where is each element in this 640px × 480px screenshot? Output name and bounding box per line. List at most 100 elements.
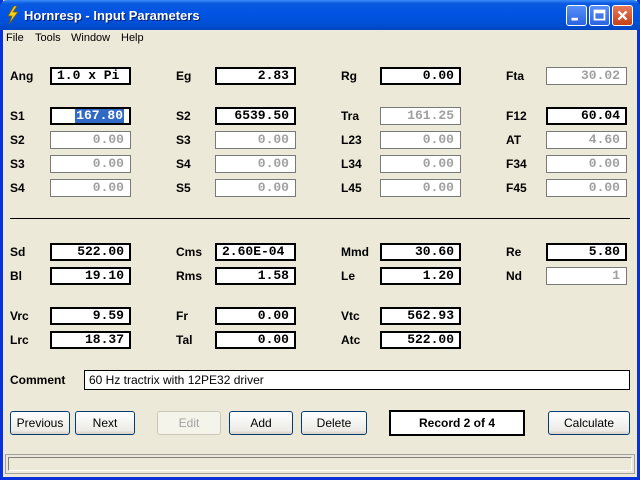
lrc-field[interactable]: 18.37 bbox=[50, 331, 131, 349]
f12-label: F12 bbox=[506, 109, 527, 123]
add-button[interactable]: Add bbox=[229, 411, 293, 435]
l34-field: 0.00 bbox=[380, 155, 461, 173]
l23-label: L23 bbox=[341, 133, 362, 147]
comment-label: Comment bbox=[10, 373, 66, 387]
menu-window[interactable]: Window bbox=[71, 32, 110, 44]
menu-help[interactable]: Help bbox=[121, 32, 144, 44]
s3-label: S3 bbox=[10, 157, 25, 171]
cms-field[interactable]: 2.60E-04 bbox=[215, 243, 296, 261]
sd-field[interactable]: 522.00 bbox=[50, 243, 131, 261]
s1-field[interactable]: 167.80 bbox=[50, 107, 131, 125]
nd-field: 1 bbox=[546, 267, 627, 285]
s5-label: S5 bbox=[176, 181, 191, 195]
f45-label: F45 bbox=[506, 181, 527, 195]
previous-button[interactable]: Previous bbox=[10, 411, 70, 435]
minimize-button[interactable] bbox=[566, 5, 587, 26]
f34-label: F34 bbox=[506, 157, 527, 171]
l23-field: 0.00 bbox=[380, 131, 461, 149]
s4-label: S4 bbox=[10, 181, 25, 195]
edit-button: Edit bbox=[157, 411, 221, 435]
nd-label: Nd bbox=[506, 269, 522, 283]
s5-field: 0.00 bbox=[215, 179, 296, 197]
f12-field[interactable]: 60.04 bbox=[546, 107, 627, 125]
next-button-label: Next bbox=[92, 416, 118, 430]
bl-field[interactable]: 19.10 bbox=[50, 267, 131, 285]
atc-field[interactable]: 522.00 bbox=[380, 331, 461, 349]
vtc-field[interactable]: 562.93 bbox=[380, 307, 461, 325]
window-title: Hornresp - Input Parameters bbox=[24, 8, 200, 23]
s1-label: S1 bbox=[10, 109, 25, 123]
l34-label: L34 bbox=[341, 157, 362, 171]
record-indicator: Record 2 of 4 bbox=[389, 410, 525, 436]
l45-label: L45 bbox=[341, 181, 362, 195]
tal-label: Tal bbox=[176, 333, 193, 347]
delete-button[interactable]: Delete bbox=[301, 411, 367, 435]
s2-field: 0.00 bbox=[50, 131, 131, 149]
delete-button-label: Delete bbox=[316, 416, 352, 430]
menu-bar: File Tools Window Help bbox=[3, 30, 637, 48]
at-field: 4.60 bbox=[546, 131, 627, 149]
lrc-label: Lrc bbox=[10, 333, 29, 347]
status-bar-panel bbox=[8, 457, 632, 471]
mmd-field[interactable]: 30.60 bbox=[380, 243, 461, 261]
mmd-label: Mmd bbox=[341, 245, 369, 259]
rg-label: Rg bbox=[341, 69, 357, 83]
close-icon bbox=[617, 10, 628, 21]
s1-value: 167.80 bbox=[75, 108, 124, 123]
s3-segment-field: 0.00 bbox=[215, 131, 296, 149]
fr-field[interactable]: 0.00 bbox=[215, 307, 296, 325]
vrc-field[interactable]: 9.59 bbox=[50, 307, 131, 325]
f45-field: 0.00 bbox=[546, 179, 627, 197]
s2-segment-label: S2 bbox=[176, 109, 191, 123]
atc-label: Atc bbox=[341, 333, 361, 347]
cms-label: Cms bbox=[176, 245, 203, 259]
hornresp-app-icon bbox=[7, 6, 19, 24]
eg-label: Eg bbox=[176, 69, 192, 83]
edit-button-label: Edit bbox=[178, 416, 200, 430]
vtc-label: Vtc bbox=[341, 309, 360, 323]
s3-segment-label: S3 bbox=[176, 133, 191, 147]
close-button[interactable] bbox=[612, 5, 633, 26]
re-field[interactable]: 5.80 bbox=[546, 243, 627, 261]
tra-field: 161.25 bbox=[380, 107, 461, 125]
bl-label: Bl bbox=[10, 269, 22, 283]
status-bar bbox=[5, 454, 635, 474]
next-button[interactable]: Next bbox=[75, 411, 135, 435]
s4-field: 0.00 bbox=[50, 179, 131, 197]
maximize-icon bbox=[593, 9, 606, 21]
le-label: Le bbox=[341, 269, 356, 283]
s4-segment-field: 0.00 bbox=[215, 155, 296, 173]
calculate-button-label: Calculate bbox=[563, 416, 615, 430]
hornresp-window: Hornresp - Input Parameters File Tools W… bbox=[0, 0, 640, 480]
fr-label: Fr bbox=[176, 309, 188, 323]
rms-field[interactable]: 1.58 bbox=[215, 267, 296, 285]
section-divider bbox=[10, 218, 630, 219]
fta-field: 30.02 bbox=[546, 67, 627, 85]
le-field[interactable]: 1.20 bbox=[380, 267, 461, 285]
minimize-icon bbox=[571, 17, 578, 21]
menu-tools[interactable]: Tools bbox=[35, 32, 61, 44]
previous-button-label: Previous bbox=[16, 416, 64, 430]
at-label: AT bbox=[506, 133, 522, 147]
calculate-button[interactable]: Calculate bbox=[548, 411, 630, 435]
s2-segment-field[interactable]: 6539.50 bbox=[215, 107, 296, 125]
vrc-label: Vrc bbox=[10, 309, 29, 323]
s2-label: S2 bbox=[10, 133, 25, 147]
fta-label: Fta bbox=[506, 69, 524, 83]
ang-label: Ang bbox=[10, 69, 34, 83]
menu-file[interactable]: File bbox=[6, 32, 24, 44]
ang-field[interactable]: 1.0 x Pi bbox=[50, 67, 131, 85]
l45-field: 0.00 bbox=[380, 179, 461, 197]
eg-field[interactable]: 2.83 bbox=[215, 67, 296, 85]
re-label: Re bbox=[506, 245, 522, 259]
title-bar[interactable]: Hornresp - Input Parameters bbox=[0, 0, 640, 30]
rms-label: Rms bbox=[176, 269, 203, 283]
maximize-button[interactable] bbox=[589, 5, 610, 26]
rg-field[interactable]: 0.00 bbox=[380, 67, 461, 85]
add-button-label: Add bbox=[250, 416, 272, 430]
tra-label: Tra bbox=[341, 109, 360, 123]
comment-field[interactable]: 60 Hz tractrix with 12PE32 driver bbox=[84, 370, 630, 390]
f34-field: 0.00 bbox=[546, 155, 627, 173]
s3-field: 0.00 bbox=[50, 155, 131, 173]
tal-field[interactable]: 0.00 bbox=[215, 331, 296, 349]
